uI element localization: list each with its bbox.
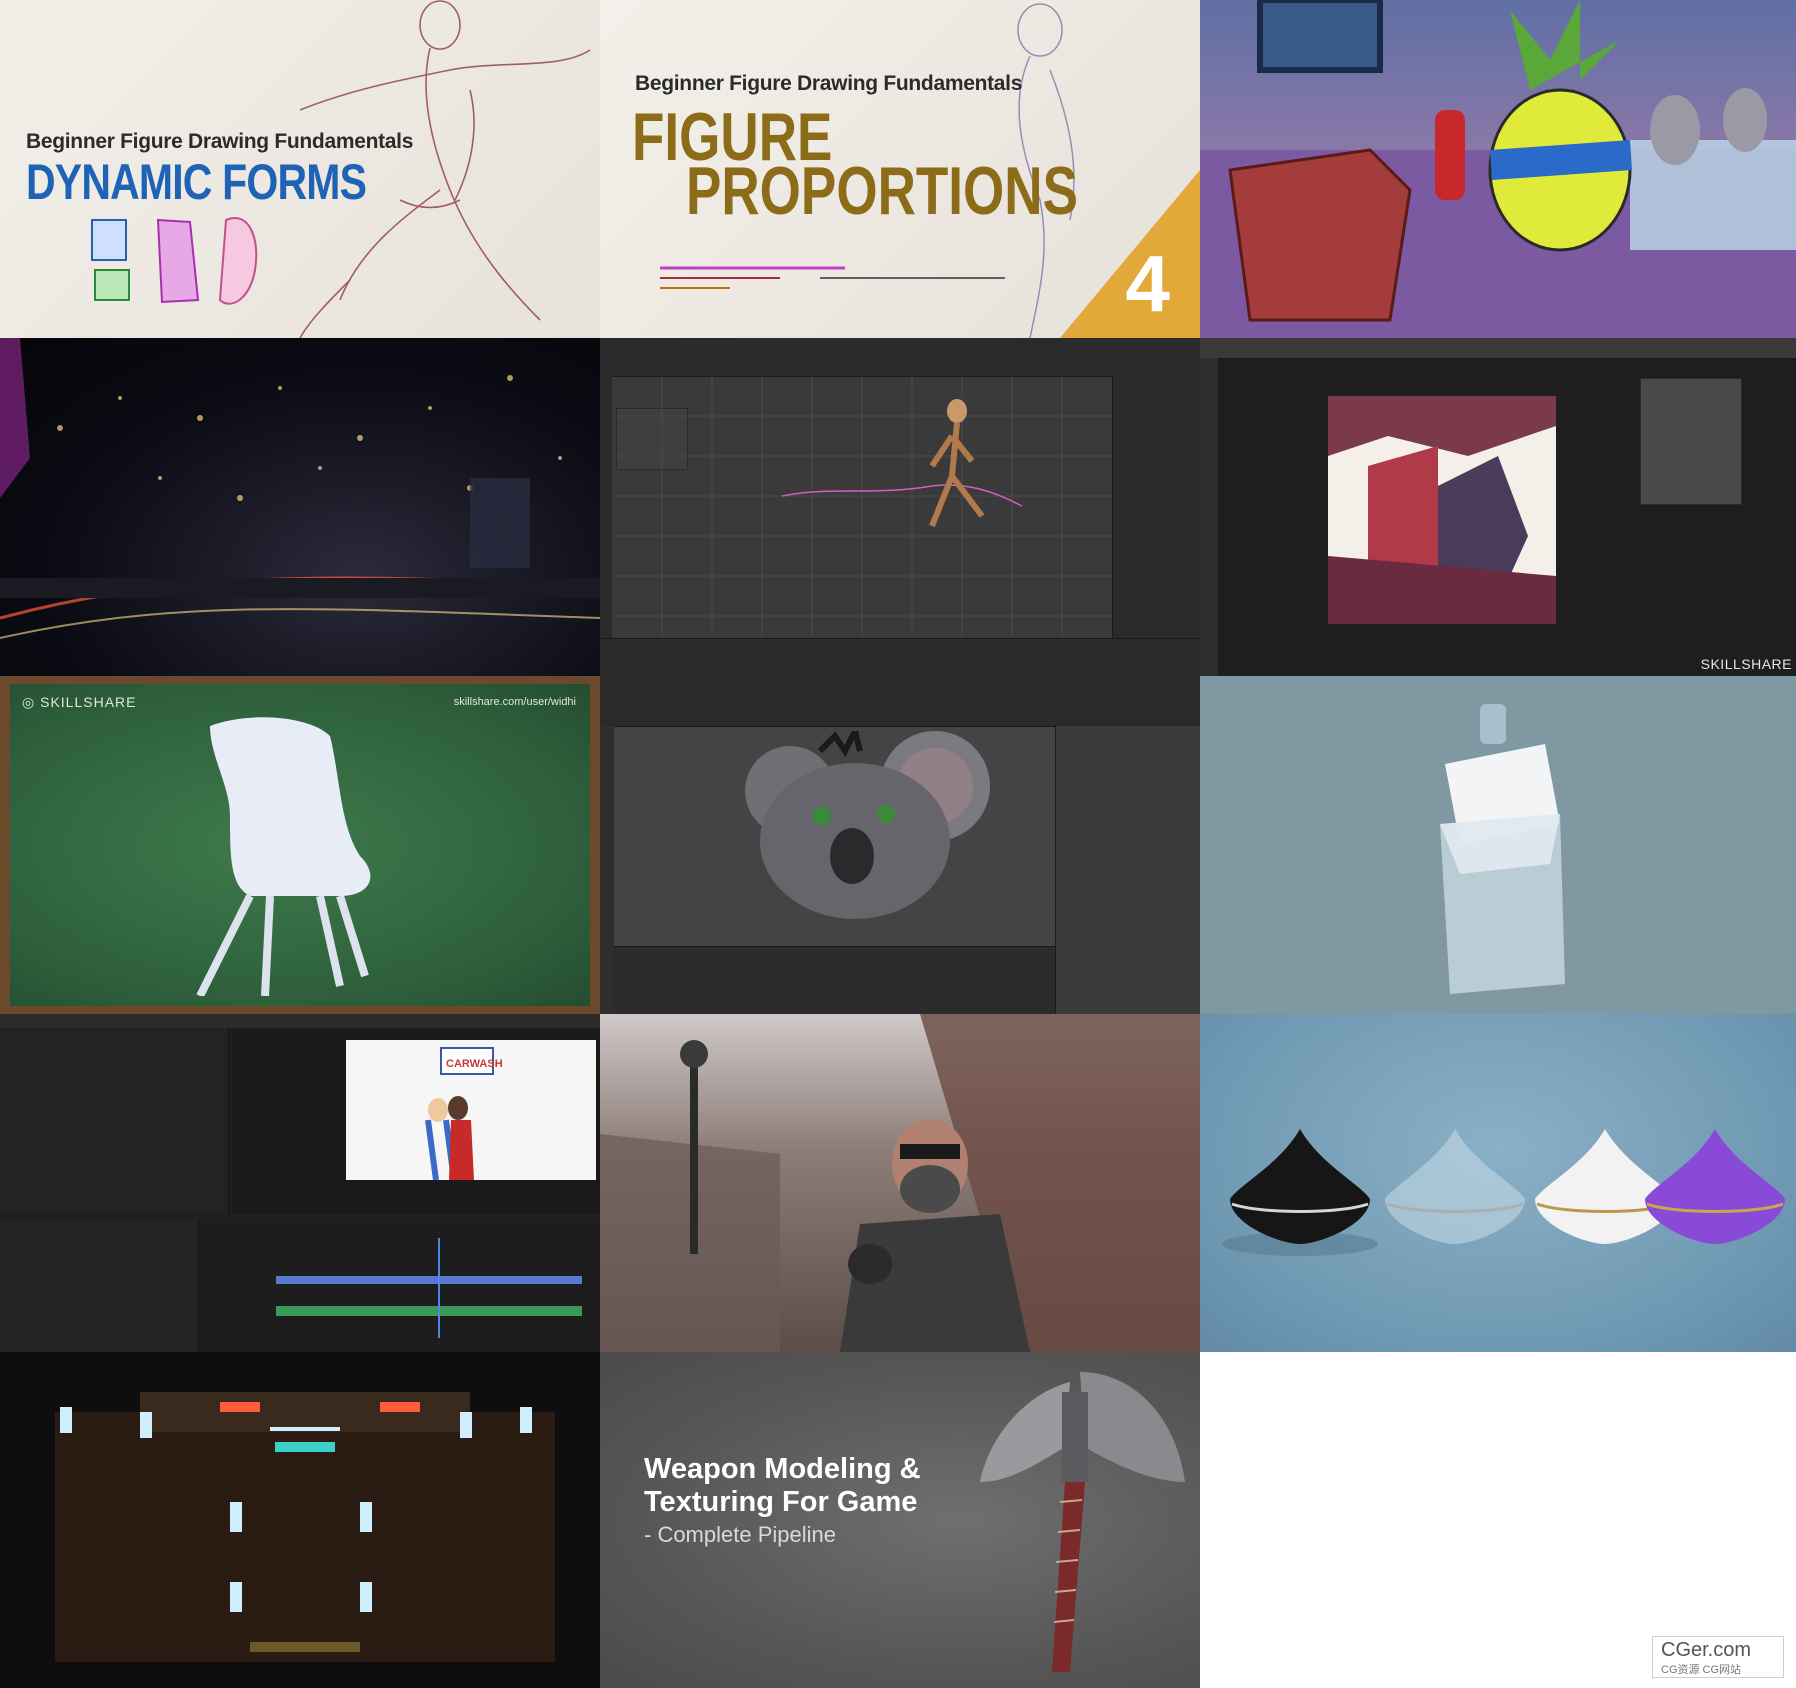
timeline-panel xyxy=(200,1218,600,1352)
sign-text: CARWASH xyxy=(446,1058,503,1070)
course-subtitle: Beginner Figure Drawing Fundamentals xyxy=(635,72,1023,95)
tile-photoshop-painting[interactable]: SKILLSHARE xyxy=(1200,338,1796,676)
skillshare-logo: ◎ SKILLSHARE xyxy=(22,694,136,711)
tile-pineapple-cartoon[interactable] xyxy=(1200,0,1796,338)
effect-controls-panel xyxy=(0,1028,229,1214)
course-subtitle: - Complete Pipeline xyxy=(644,1522,836,1547)
ps-toolbar xyxy=(1200,358,1218,676)
tile-chair-model[interactable]: ◎ SKILLSHARE skillshare.com/user/widhi xyxy=(0,676,600,1014)
cger-tagline: CG资源 CG网站 xyxy=(1661,1664,1742,1676)
video-clip[interactable] xyxy=(276,1276,582,1284)
bottle-render xyxy=(1440,704,1565,994)
maya-menu-bar xyxy=(600,676,1200,727)
canvas-painting xyxy=(1328,396,1556,624)
axe-render xyxy=(980,1372,1185,1672)
skillshare-watermark: SKILLSHARE xyxy=(1700,656,1792,672)
cger-site: CGer.com xyxy=(1661,1639,1752,1661)
maya-menu-bar xyxy=(600,338,1200,377)
tops-render xyxy=(1222,1129,1785,1256)
maya-toolbox xyxy=(600,376,612,676)
maya-attribute-editor xyxy=(1055,726,1200,1014)
premiere-header xyxy=(0,1014,600,1028)
tile-night-city-timelapse[interactable] xyxy=(0,338,600,676)
koala-render xyxy=(745,731,990,919)
episode-number: 4 xyxy=(1125,239,1171,328)
street-scene xyxy=(600,1014,1200,1352)
tile-scifi-door[interactable] xyxy=(0,1352,600,1688)
skillshare-icon: ◎ xyxy=(22,694,36,710)
tile-maya-walk-cycle[interactable] xyxy=(600,338,1200,676)
instructor-url: skillshare.com/user/widhi xyxy=(453,696,576,708)
thumbnail-grid: Beginner Figure Drawing Fundamentals DYN… xyxy=(0,0,1796,1688)
cger-watermark: CGer.com CG资源 CG网站 xyxy=(1652,1636,1784,1678)
playhead[interactable] xyxy=(438,1238,440,1338)
program-preview: CARWASH xyxy=(346,1040,596,1180)
city-lights xyxy=(0,338,600,639)
cartoon-illustration xyxy=(1200,0,1796,338)
tile-maya-koala[interactable] xyxy=(600,676,1200,1014)
course-title-line1: Weapon Modeling & xyxy=(644,1453,921,1485)
skillshare-text: SKILLSHARE xyxy=(40,694,137,710)
maya-channel-box xyxy=(1112,376,1200,676)
ps-menu-bar xyxy=(1200,338,1796,359)
course-subtitle: Beginner Figure Drawing Fundamentals xyxy=(26,130,414,153)
project-panel xyxy=(0,1218,199,1352)
tile-dynamic-forms[interactable]: Beginner Figure Drawing Fundamentals DYN… xyxy=(0,0,600,338)
ps-layers-panel xyxy=(1640,378,1742,505)
audio-clip[interactable] xyxy=(276,1306,582,1316)
tile-ice-bottle[interactable] xyxy=(1200,676,1796,1014)
tile-figure-proportions[interactable]: Beginner Figure Drawing Fundamentals FIG… xyxy=(600,0,1200,338)
course-title-line2: PROPORTIONS xyxy=(686,153,1078,229)
tile-premiere-edit[interactable]: CARWASH xyxy=(0,1014,600,1352)
tile-gas-mask-vfx[interactable] xyxy=(600,1014,1200,1352)
course-title-line2: Texturing For Game xyxy=(644,1486,918,1518)
maya-toolbox xyxy=(600,726,614,1014)
form-blocks xyxy=(91,217,258,305)
course-title: DYNAMIC FORMS xyxy=(26,154,367,210)
chair-render xyxy=(196,717,371,996)
viewport-grid xyxy=(612,376,1112,636)
tile-weapon-modeling[interactable]: Weapon Modeling & Texturing For Game - C… xyxy=(600,1352,1200,1688)
timeline-slider[interactable] xyxy=(614,946,1055,1014)
door-render xyxy=(55,1392,555,1662)
timeline-slider[interactable] xyxy=(600,638,1200,676)
tile-spinning-tops[interactable] xyxy=(1200,1014,1796,1352)
